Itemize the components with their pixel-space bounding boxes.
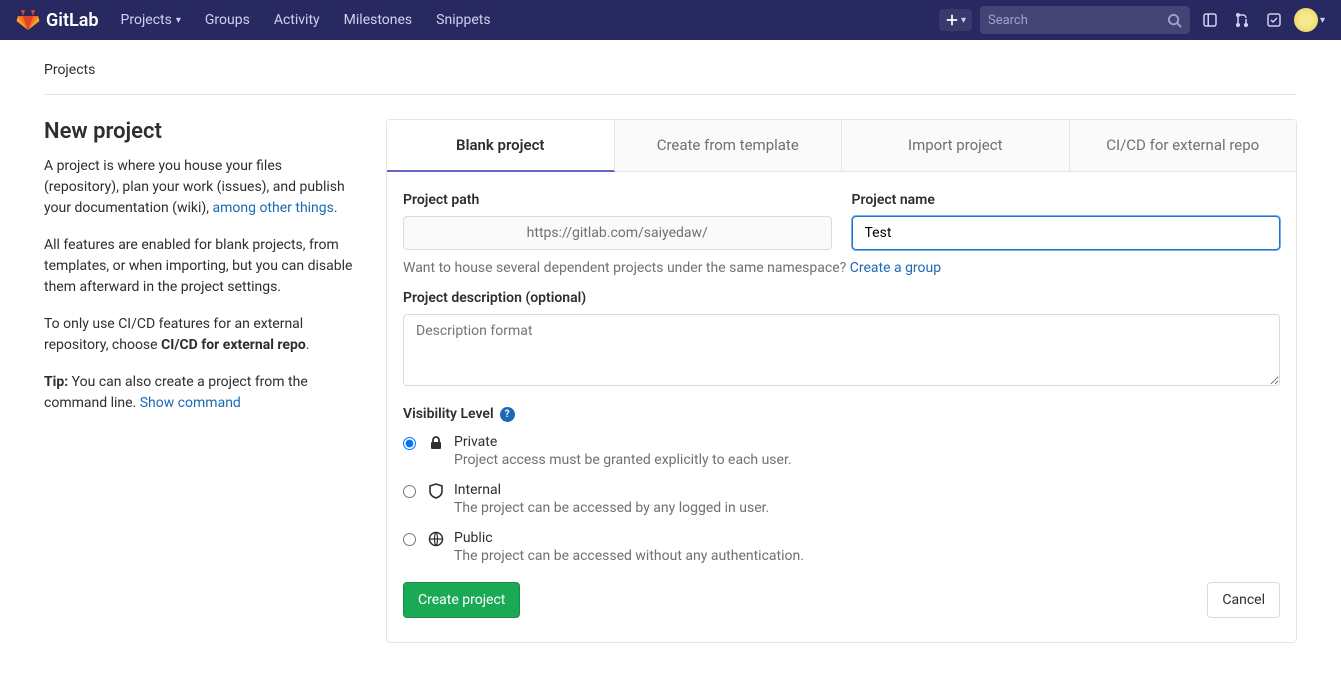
namespace-hint: Want to house several dependent projects…: [403, 260, 1280, 276]
sidebar-info: New project A project is where you house…: [44, 119, 354, 643]
search-icon: [1167, 13, 1182, 28]
todos-icon[interactable]: [1262, 8, 1286, 32]
cancel-button[interactable]: Cancel: [1207, 582, 1280, 618]
new-dropdown[interactable]: ▾: [939, 9, 972, 31]
user-menu[interactable]: ▾: [1294, 8, 1325, 32]
nav-snippets[interactable]: Snippets: [426, 4, 500, 36]
show-command-link[interactable]: Show command: [140, 395, 241, 411]
breadcrumb: Projects: [44, 56, 1297, 95]
gitlab-logo-icon: [16, 8, 40, 32]
new-project-form: Project path Project name Want to house …: [386, 172, 1297, 643]
plus-icon: [945, 13, 959, 27]
main-panel: Blank project Create from template Impor…: [386, 119, 1297, 643]
nav-activity[interactable]: Activity: [264, 4, 330, 36]
nav-projects[interactable]: Projects▾: [111, 4, 191, 36]
globe-icon: [428, 531, 444, 547]
chevron-down-icon: ▾: [176, 15, 181, 26]
page-title: New project: [44, 119, 354, 144]
lock-icon: [428, 435, 444, 451]
merge-requests-icon[interactable]: [1230, 8, 1254, 32]
brand[interactable]: GitLab: [16, 8, 99, 32]
aside-p1: A project is where you house your files …: [44, 156, 354, 219]
brand-text: GitLab: [46, 10, 99, 31]
search-box[interactable]: [980, 6, 1190, 34]
visibility-private-radio[interactable]: [403, 437, 416, 450]
issues-icon[interactable]: [1198, 8, 1222, 32]
create-group-link[interactable]: Create a group: [850, 260, 941, 276]
aside-p3: To only use CI/CD features for an extern…: [44, 314, 354, 356]
nav-groups[interactable]: Groups: [195, 4, 260, 36]
project-name-input[interactable]: [852, 216, 1281, 250]
nav-links: Projects▾ Groups Activity Milestones Sni…: [111, 4, 501, 36]
visibility-internal[interactable]: InternalThe project can be accessed by a…: [403, 482, 1280, 516]
aside-tip: Tip: You can also create a project from …: [44, 372, 354, 414]
description-label: Project description (optional): [403, 290, 1280, 306]
nav-milestones[interactable]: Milestones: [334, 4, 423, 36]
aside-p2: All features are enabled for blank proje…: [44, 235, 354, 298]
chevron-down-icon: ▾: [1320, 15, 1325, 26]
tab-blank-project[interactable]: Blank project: [387, 120, 615, 172]
search-input[interactable]: [988, 13, 1167, 28]
top-navbar: GitLab Projects▾ Groups Activity Milesto…: [0, 0, 1341, 40]
visibility-public-radio[interactable]: [403, 533, 416, 546]
tab-cicd-external[interactable]: CI/CD for external repo: [1070, 120, 1297, 171]
project-path-label: Project path: [403, 192, 832, 208]
among-other-things-link[interactable]: among other things: [213, 200, 334, 216]
tabs: Blank project Create from template Impor…: [386, 119, 1297, 172]
chevron-down-icon: ▾: [961, 15, 966, 26]
create-project-button[interactable]: Create project: [403, 582, 520, 618]
tab-import-project[interactable]: Import project: [842, 120, 1070, 171]
nav-right: ▾ ▾: [939, 6, 1325, 34]
visibility-private[interactable]: PrivateProject access must be granted ex…: [403, 434, 1280, 468]
avatar: [1294, 8, 1318, 32]
tab-create-from-template[interactable]: Create from template: [615, 120, 843, 171]
shield-icon: [428, 483, 444, 499]
visibility-internal-radio[interactable]: [403, 485, 416, 498]
project-path-input[interactable]: [403, 216, 832, 250]
help-icon[interactable]: ?: [500, 407, 515, 422]
project-name-label: Project name: [852, 192, 1281, 208]
visibility-label: Visibility Level ?: [403, 406, 1280, 422]
description-input[interactable]: [403, 314, 1280, 386]
visibility-public[interactable]: PublicThe project can be accessed withou…: [403, 530, 1280, 564]
